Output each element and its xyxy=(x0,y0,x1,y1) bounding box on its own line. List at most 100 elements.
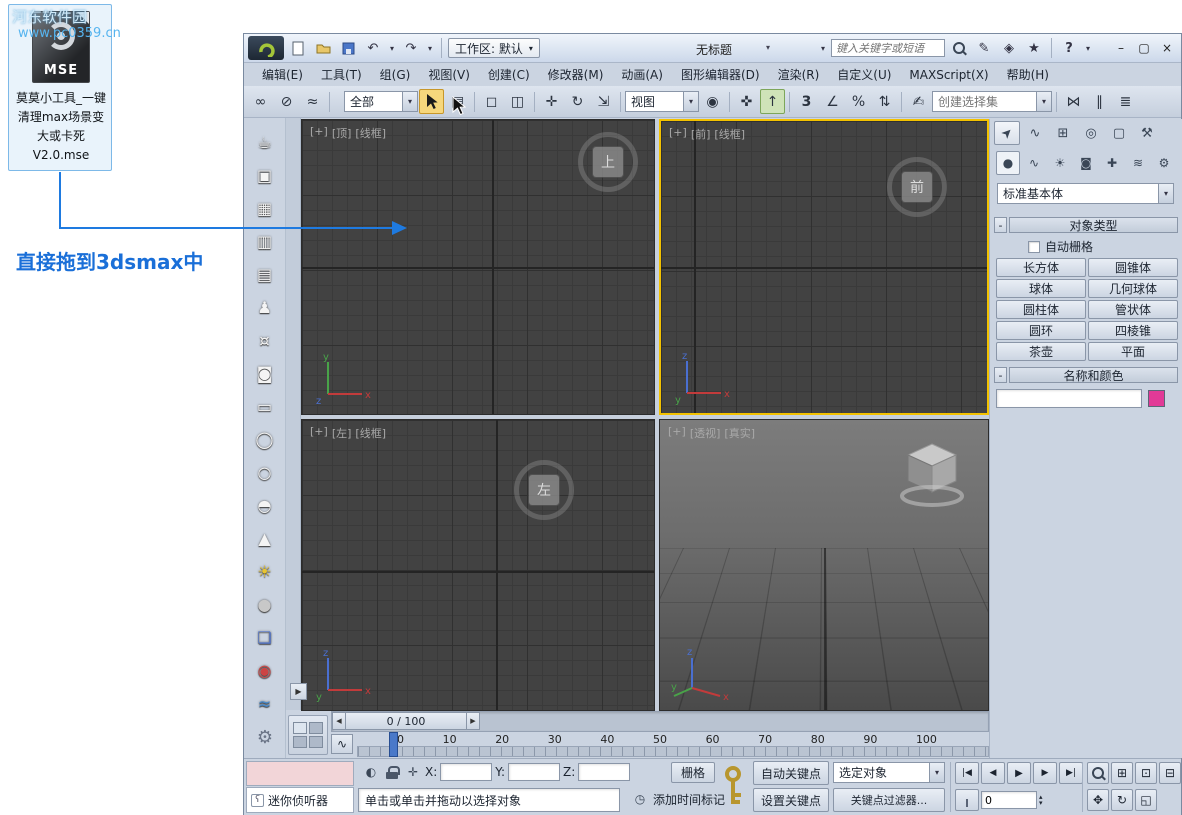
menu-group[interactable]: 组(G) xyxy=(372,63,419,86)
sphere-button[interactable]: 球体 xyxy=(996,279,1086,298)
close-button[interactable]: × xyxy=(1157,40,1177,57)
viewport-menu-shading[interactable]: [线框] xyxy=(714,126,745,142)
viewport-left[interactable]: [+] [左] [线框] 左 z x y xyxy=(301,419,655,711)
maximize-button[interactable]: ▢ xyxy=(1134,40,1154,57)
select-object-button[interactable] xyxy=(419,89,444,114)
geosphere-button[interactable]: 几何球体 xyxy=(1088,279,1178,298)
dome-icon[interactable]: ◓ xyxy=(253,493,277,517)
absolute-mode-icon[interactable]: ✛ xyxy=(404,763,422,781)
zoom-all-icon[interactable]: ⊞ xyxy=(1111,762,1133,784)
go-to-start-button[interactable]: |◀ xyxy=(955,762,979,784)
redo-dropdown-icon[interactable]: ▾ xyxy=(425,44,435,53)
selection-filter-dropdown[interactable]: 全部 ▾ xyxy=(344,91,418,112)
toolbar-overflow-button[interactable]: ▶ xyxy=(290,683,307,700)
menu-edit[interactable]: 编辑(E) xyxy=(254,63,311,86)
go-to-end-button[interactable]: ▶| xyxy=(1059,762,1083,784)
previous-frame-arrow-icon[interactable]: ◀ xyxy=(332,712,346,730)
viewport-menu-general[interactable]: [+] xyxy=(310,125,328,141)
current-frame-marker[interactable] xyxy=(389,732,398,757)
sun-icon[interactable]: ☀ xyxy=(253,559,277,583)
favorites-star-icon[interactable]: ★ xyxy=(1023,38,1045,58)
orbit-icon[interactable]: ↻ xyxy=(1111,789,1133,811)
minimize-button[interactable]: – xyxy=(1111,40,1131,57)
angle-snap-icon[interactable]: ∠ xyxy=(820,89,845,114)
box-button[interactable]: 长方体 xyxy=(996,258,1086,277)
subtab-lights[interactable]: ☀ xyxy=(1048,151,1072,175)
app-logo-icon[interactable] xyxy=(248,36,284,60)
mini-listener-field[interactable]: ʕ 迷你侦听器 xyxy=(246,787,354,813)
save-file-icon[interactable] xyxy=(337,38,359,58)
workspace-dropdown[interactable]: 工作区: 默认 ▾ xyxy=(448,38,540,58)
title-dropdown-icon[interactable]: ▾ xyxy=(766,43,770,52)
bind-to-space-warp-icon[interactable]: ≈ xyxy=(300,89,325,114)
torus-button[interactable]: 圆环 xyxy=(996,321,1086,340)
subtab-geometry[interactable]: ● xyxy=(996,151,1020,175)
viewport-menu-pov[interactable]: [前] xyxy=(691,126,711,142)
zoom-region-icon[interactable]: ⊟ xyxy=(1159,762,1181,784)
z-coordinate-input[interactable] xyxy=(578,763,630,781)
x-coordinate-input[interactable] xyxy=(440,763,492,781)
autogrid-checkbox[interactable] xyxy=(1028,241,1040,253)
align-icon[interactable]: ∥ xyxy=(1087,89,1112,114)
help-icon[interactable]: ? xyxy=(1058,38,1080,58)
time-slider-handle[interactable]: ◀ 0 / 100 ▶ xyxy=(332,712,480,730)
viewport-perspective[interactable]: [+] [透视] [真实] z x y xyxy=(659,419,989,711)
viewport-menu-pov[interactable]: [透视] xyxy=(690,425,721,441)
gear-icon[interactable]: ⚙ xyxy=(252,724,278,750)
viewport-menu-shading[interactable]: [线框] xyxy=(355,125,386,141)
menu-create[interactable]: 创建(C) xyxy=(480,63,538,86)
viewport-menu-general[interactable]: [+] xyxy=(668,425,686,441)
current-time-input[interactable] xyxy=(981,791,1037,809)
menu-modifiers[interactable]: 修改器(M) xyxy=(540,63,612,86)
set-key-button[interactable]: 设置关键点 xyxy=(753,788,829,812)
search-icon[interactable] xyxy=(948,38,970,58)
box-stack-icon[interactable]: ❏ xyxy=(253,625,277,649)
select-and-move-icon[interactable]: ✛ xyxy=(539,89,564,114)
redo-icon[interactable]: ↷ xyxy=(400,38,422,58)
tab-modify[interactable]: ∿ xyxy=(1022,121,1048,145)
viewport-menu-general[interactable]: [+] xyxy=(310,425,328,441)
rectangular-selection-region-icon[interactable]: ◻ xyxy=(479,89,504,114)
tab-create[interactable]: ➤ xyxy=(994,121,1020,145)
light-icon[interactable]: ¤ xyxy=(253,328,277,352)
selection-lock-icon[interactable] xyxy=(383,763,401,781)
viewport-menu-shading[interactable]: [真实] xyxy=(724,425,755,441)
key-filters-button[interactable]: 关键点过滤器... xyxy=(833,788,945,812)
snap-toggle-3d-icon[interactable]: 3 xyxy=(794,89,819,114)
undo-dropdown-icon[interactable]: ▾ xyxy=(387,44,397,53)
select-and-manipulate-icon[interactable]: ✜ xyxy=(734,89,759,114)
menu-customize[interactable]: 自定义(U) xyxy=(829,63,899,86)
waves-icon[interactable]: ≈ xyxy=(253,691,277,715)
menu-help[interactable]: 帮助(H) xyxy=(999,63,1057,86)
viewport-layout-tabs-button[interactable] xyxy=(288,715,328,755)
new-file-icon[interactable] xyxy=(287,38,309,58)
subtab-helpers[interactable]: ✚ xyxy=(1100,151,1124,175)
viewport-front[interactable]: [+] [前] [线框] 前 z x y xyxy=(659,119,989,415)
menu-tools[interactable]: 工具(T) xyxy=(313,63,370,86)
tab-motion[interactable]: ◎ xyxy=(1078,121,1104,145)
viewport-menu-general[interactable]: [+] xyxy=(669,126,687,142)
mini-curve-editor-button[interactable]: ∿ xyxy=(331,734,353,754)
capsule-icon[interactable]: ◯ xyxy=(253,427,277,451)
sphere-icon[interactable]: ● xyxy=(253,592,277,616)
menu-rendering[interactable]: 渲染(R) xyxy=(770,63,828,86)
object-name-input[interactable] xyxy=(996,389,1142,408)
filmstrip-icon[interactable]: ▤ xyxy=(253,262,277,286)
unlink-selection-icon[interactable]: ⊘ xyxy=(274,89,299,114)
pencil-icon[interactable]: ✎ xyxy=(973,38,995,58)
open-file-icon[interactable] xyxy=(312,38,334,58)
timeline-ruler[interactable]: 0 10 20 30 40 50 60 70 80 90 100 xyxy=(357,733,989,746)
viewport-menu-pov[interactable]: [顶] xyxy=(332,125,352,141)
add-time-tag-row[interactable]: ◷ 添加时间标记 xyxy=(631,790,725,808)
rollout-title[interactable]: 名称和颜色 xyxy=(1009,367,1178,383)
plane-icon[interactable]: ▭ xyxy=(253,394,277,418)
zoom-extents-icon[interactable]: ⊡ xyxy=(1135,762,1157,784)
subtab-spacewarps[interactable]: ≋ xyxy=(1126,151,1150,175)
auto-key-button[interactable]: 自动关键点 xyxy=(753,761,829,785)
plane-button[interactable]: 平面 xyxy=(1088,342,1178,361)
layer-manager-icon[interactable]: ≣ xyxy=(1113,89,1138,114)
use-pivot-center-icon[interactable]: ◉ xyxy=(700,89,725,114)
material-spheres-icon[interactable]: ◉ xyxy=(253,658,277,682)
communication-center-icon[interactable]: ◈ xyxy=(998,38,1020,58)
camera-icon[interactable]: ◙ xyxy=(253,361,277,385)
